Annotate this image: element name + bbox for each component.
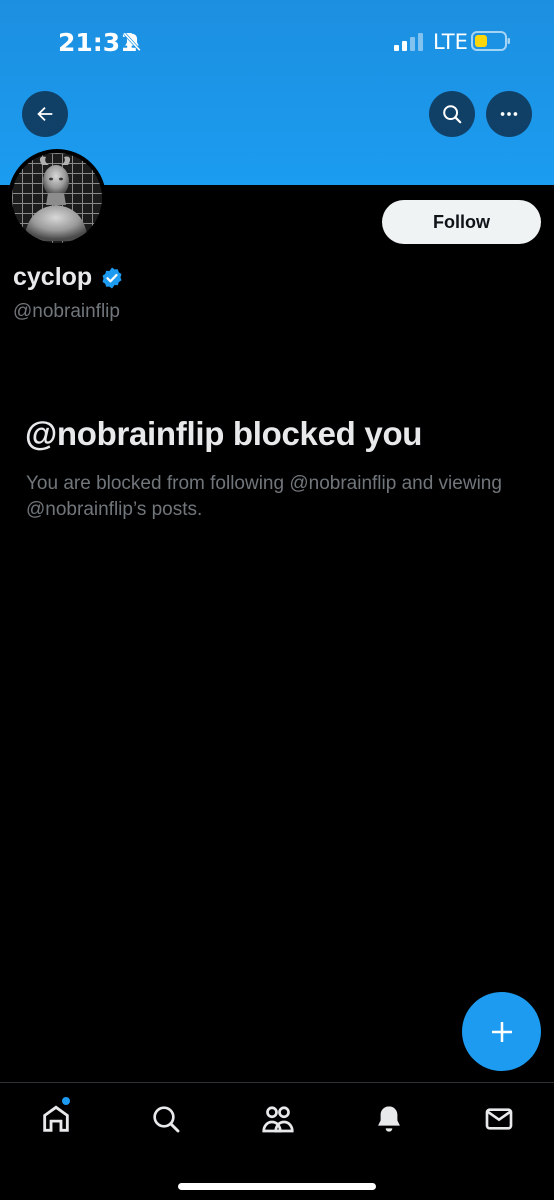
communities-icon [262, 1106, 294, 1133]
nav-search[interactable] [146, 1099, 186, 1139]
home-indicator[interactable] [178, 1183, 376, 1190]
unread-indicator [62, 1097, 70, 1105]
display-name: cyclop [13, 263, 93, 291]
arrow-left-icon [37, 106, 53, 122]
bell-slash-icon [123, 32, 141, 52]
signal-icon [394, 33, 423, 51]
plus-icon [491, 1021, 512, 1042]
nav-notifications[interactable] [369, 1099, 409, 1139]
blocked-description: You are blocked from following @nobrainf… [26, 473, 502, 520]
back-button[interactable] [22, 91, 68, 137]
home-icon [43, 1105, 69, 1132]
status-bar: 21:31 LTE [0, 0, 554, 85]
bust-sculpture-image [24, 156, 88, 241]
nav-messages[interactable] [479, 1099, 519, 1139]
battery-icon [471, 31, 510, 51]
search-icon [443, 105, 462, 124]
follow-button[interactable]: Follow [382, 200, 541, 244]
more-horizontal-icon [500, 112, 518, 116]
nav-communities[interactable] [258, 1099, 298, 1139]
blocked-title: @nobrainflip blocked you [25, 415, 423, 452]
search-button[interactable] [429, 91, 475, 137]
avatar-image [12, 153, 102, 243]
compose-fab-button[interactable] [462, 992, 541, 1071]
network-type: LTE [433, 30, 468, 54]
nav-home[interactable] [36, 1099, 76, 1139]
more-button[interactable] [486, 91, 532, 137]
notifications-icon [378, 1106, 400, 1132]
avatar[interactable] [8, 149, 106, 247]
messages-icon [485, 1108, 513, 1130]
search-icon [153, 1106, 180, 1133]
profile-name-row: cyclop [13, 263, 124, 292]
verified-badge-icon[interactable] [100, 266, 124, 290]
profile-handle: @nobrainflip [13, 301, 120, 322]
